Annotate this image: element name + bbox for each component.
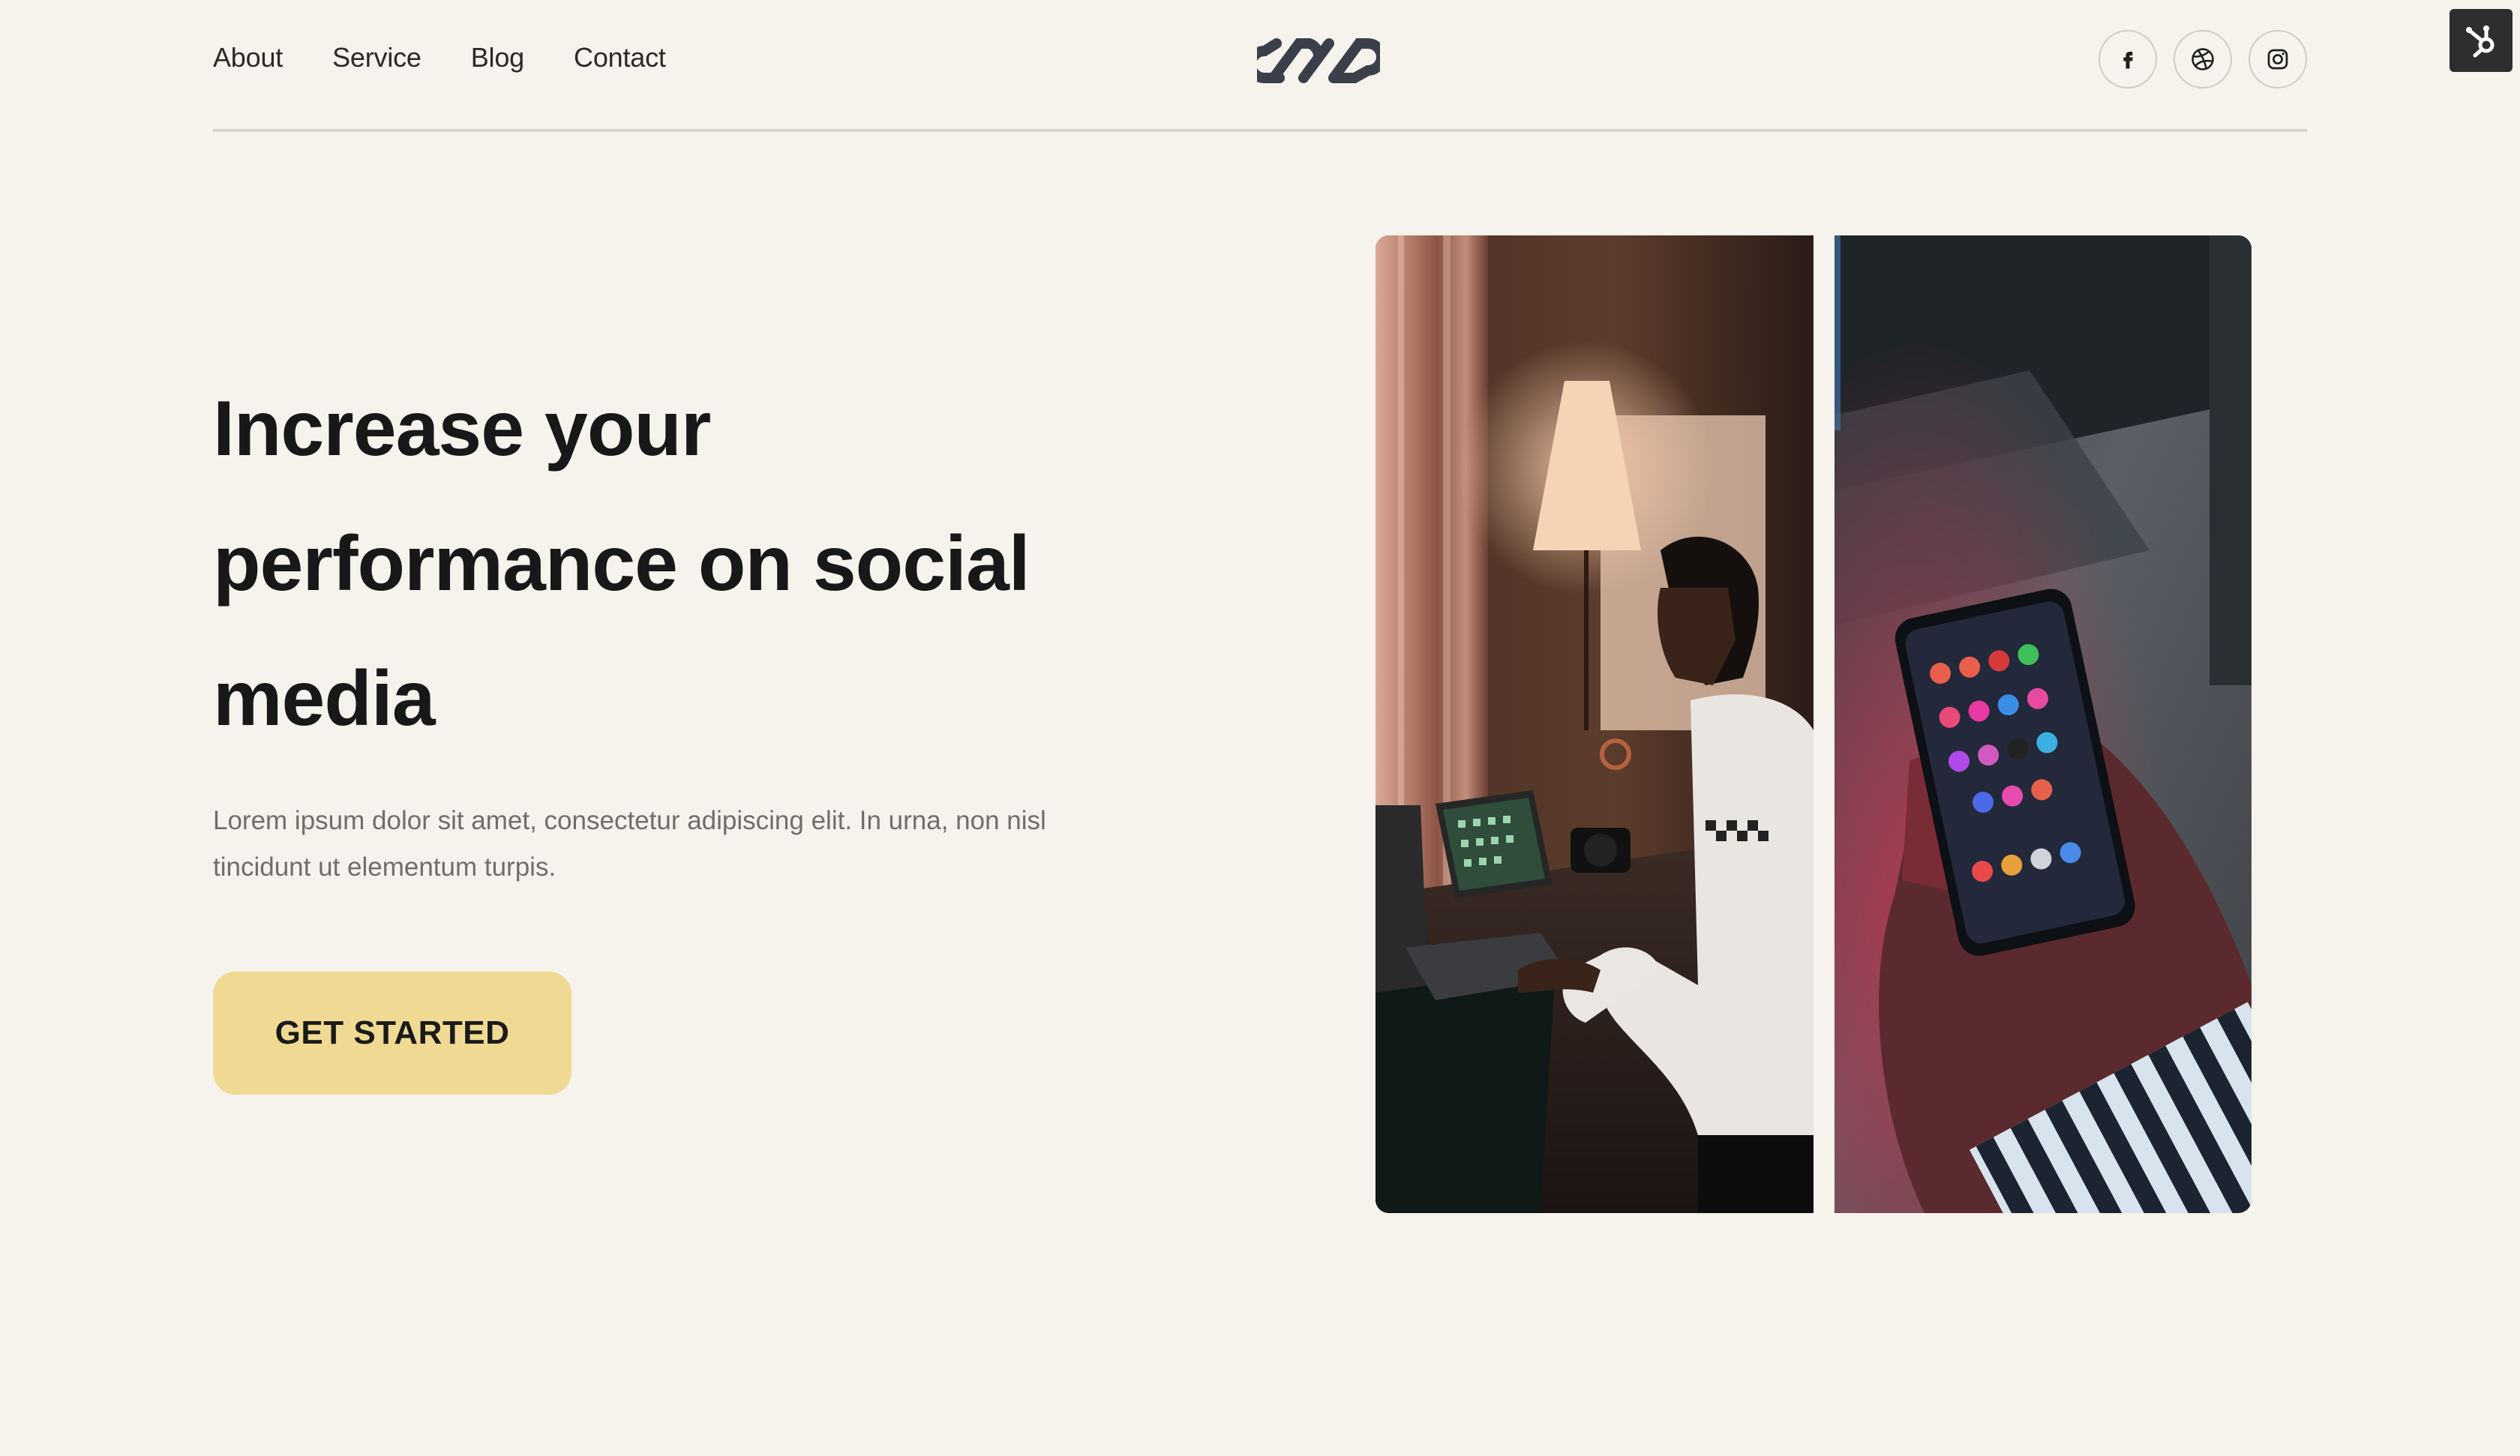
get-started-button[interactable]: GET STARTED: [213, 972, 572, 1095]
hero-title: Increase your performance on social medi…: [213, 385, 1030, 742]
man-working-at-desk-photo: [1376, 235, 1814, 1213]
hubspot-icon: [2466, 25, 2494, 58]
facebook-icon: [2123, 52, 2133, 69]
nav-blog[interactable]: Blog: [471, 42, 524, 73]
hands-holding-phone-photo: [1834, 235, 2252, 1213]
hubspot-widget-button[interactable]: [2450, 9, 2512, 72]
infinity-chain-logo-icon: [1246, 38, 1387, 83]
dribbble-link[interactable]: [2174, 30, 2232, 88]
social-links: [2098, 30, 2307, 88]
main-nav: About Service Blog Contact: [213, 42, 666, 73]
nav-contact[interactable]: Contact: [574, 42, 666, 73]
facebook-link[interactable]: [2098, 30, 2157, 88]
nav-about[interactable]: About: [213, 42, 283, 73]
instagram-link[interactable]: [2248, 30, 2307, 88]
instagram-icon: [2267, 49, 2288, 70]
site-header: About Service Blog Contact: [213, 0, 2307, 132]
hero-subtitle: Lorem ipsum dolor sit amet, consectetur …: [213, 806, 1046, 882]
dribbble-icon: [2192, 48, 2214, 70]
nav-service[interactable]: Service: [332, 42, 422, 73]
brand-logo[interactable]: [1246, 34, 1387, 87]
